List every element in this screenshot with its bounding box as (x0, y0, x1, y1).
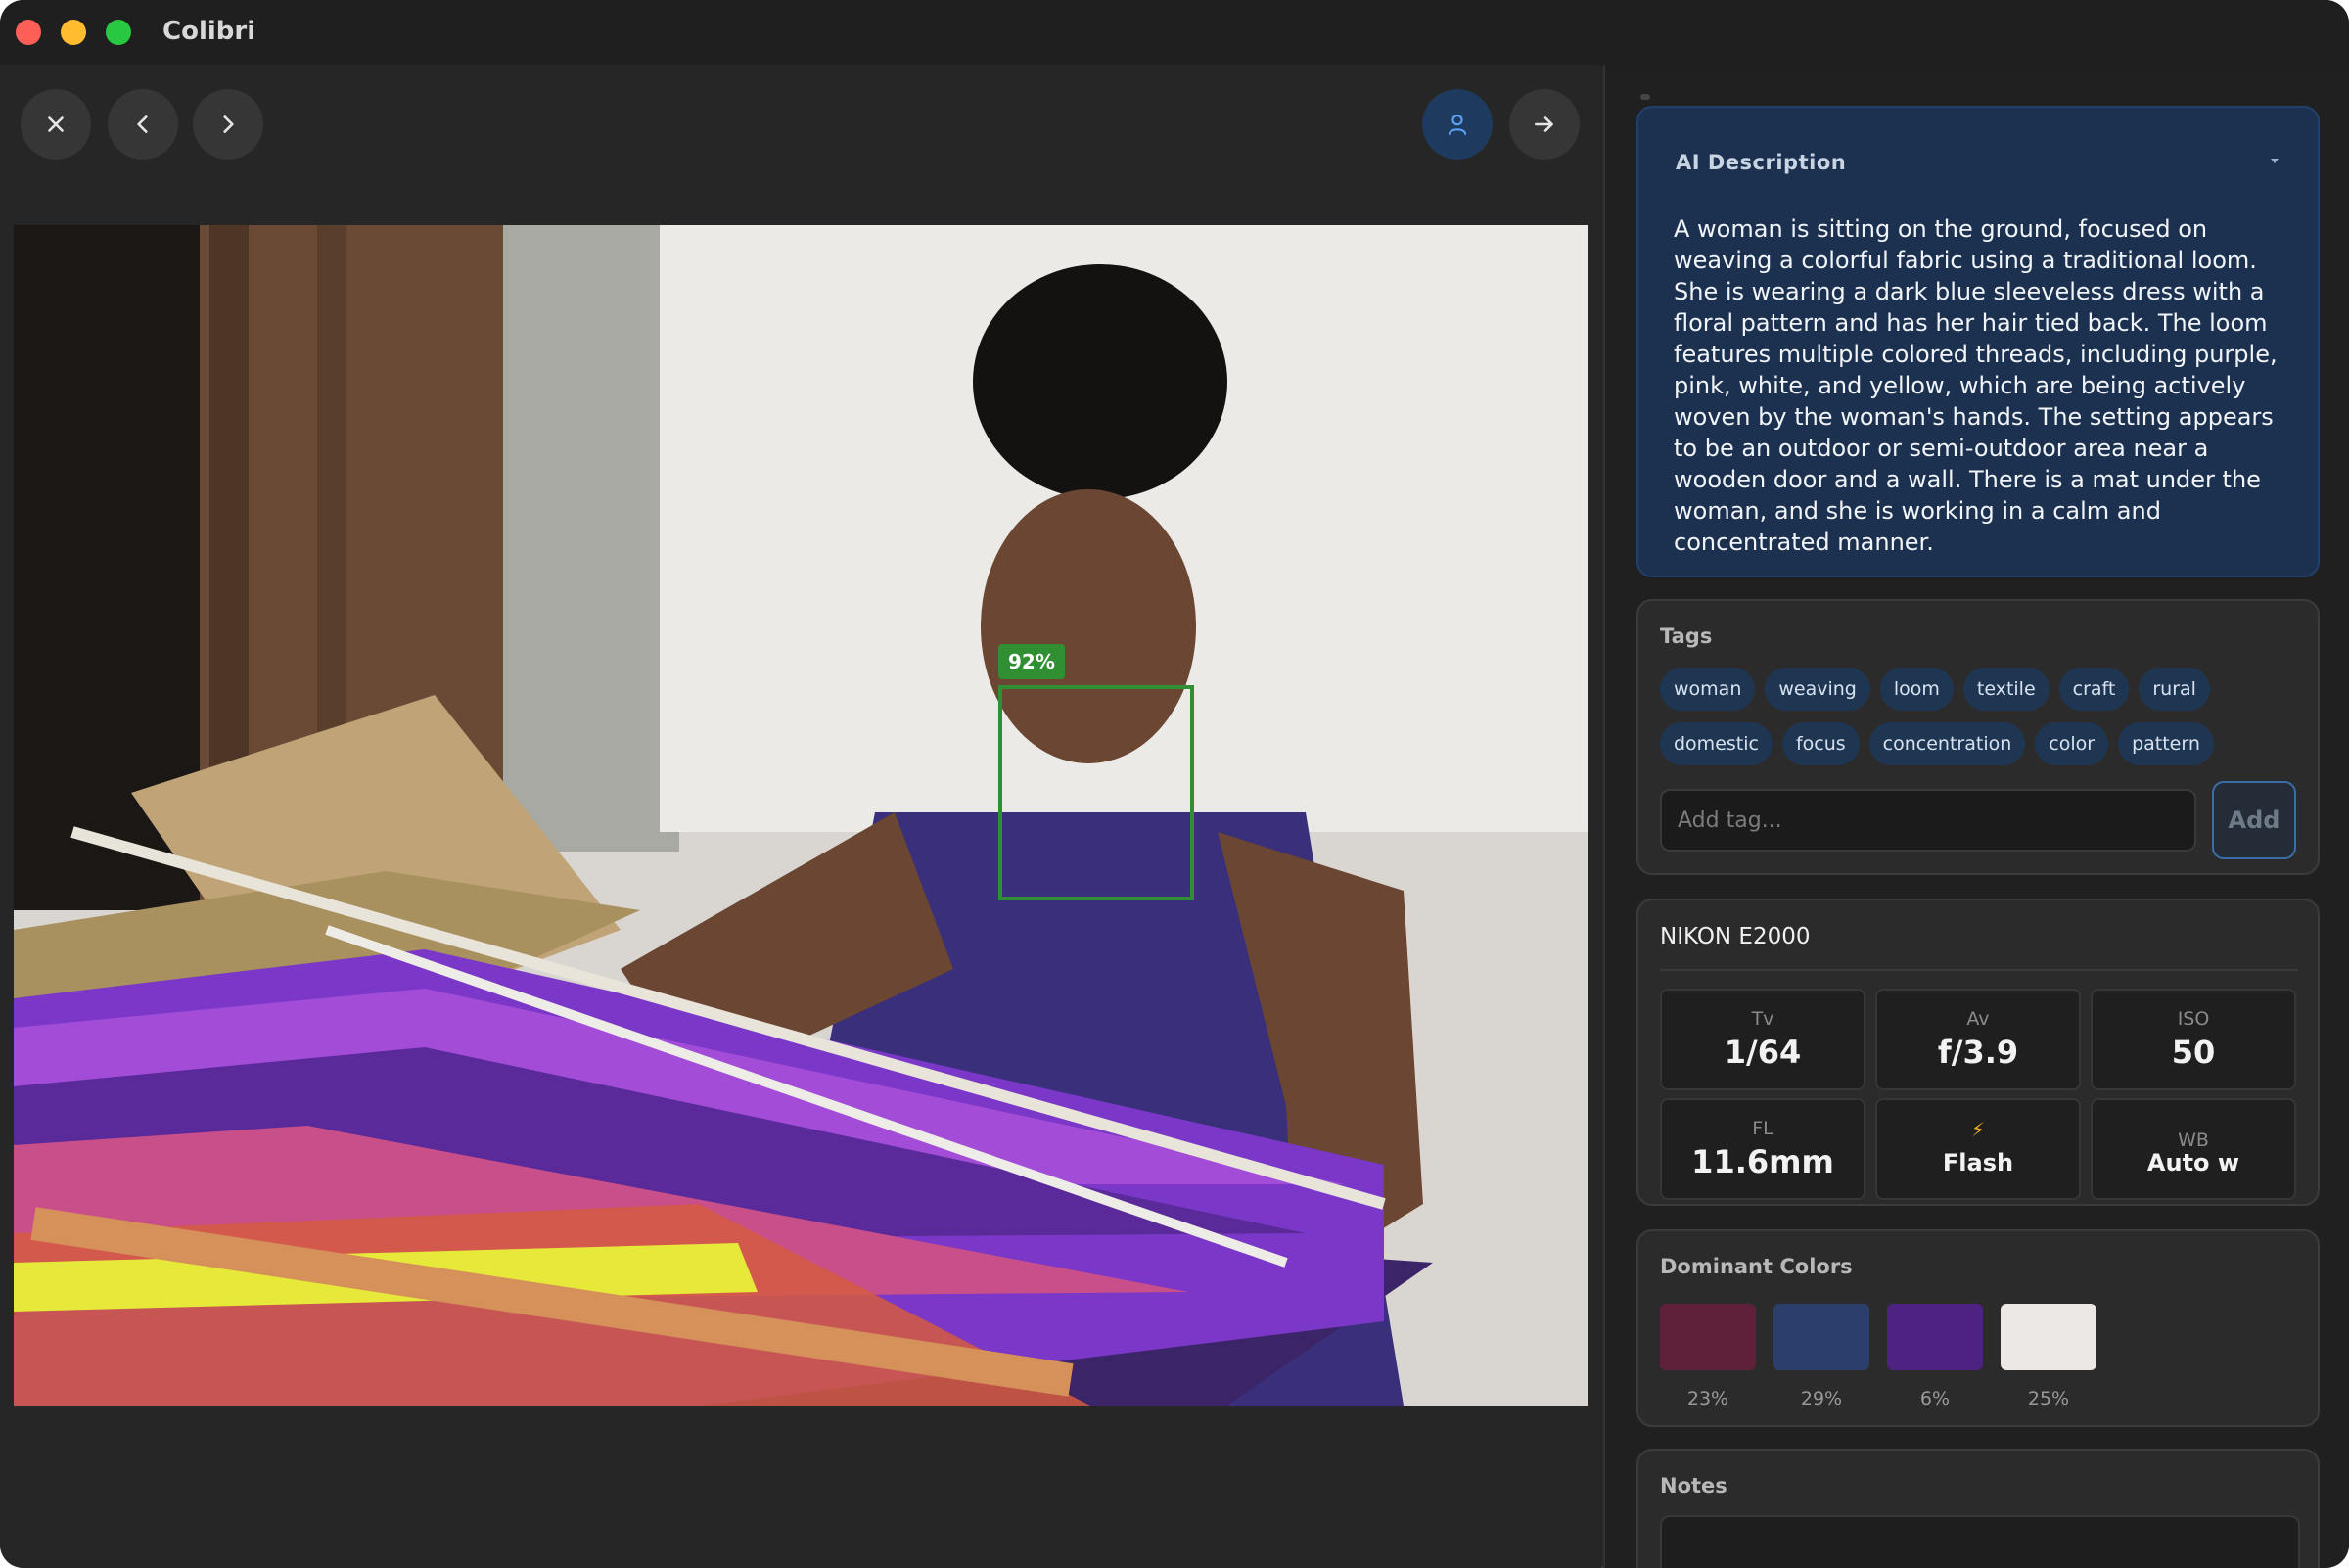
tag-list: woman weaving loom textile craft rural d… (1660, 668, 2306, 765)
exif-focal-length-value: 11.6mm (1691, 1143, 1834, 1180)
tag-chip[interactable]: loom (1879, 668, 1954, 711)
exif-focal-length-label: FL (1752, 1118, 1773, 1139)
face-detection-box[interactable] (998, 685, 1194, 900)
app-title: Colibri (162, 17, 256, 46)
color-swatch[interactable] (1887, 1304, 1983, 1370)
dominant-colors-title: Dominant Colors (1660, 1255, 1853, 1278)
app-window: Colibri 92% AI Description A woman is si… (0, 0, 2349, 1568)
exif-white-balance: WB Auto w (2091, 1098, 2296, 1200)
previous-photo-button[interactable] (108, 89, 178, 160)
tag-chip[interactable]: domestic (1660, 722, 1773, 765)
color-percent: 6% (1919, 1388, 1951, 1409)
tags-title: Tags (1660, 624, 1713, 648)
color-percent: 25% (2027, 1388, 2070, 1409)
collapse-caret-icon[interactable] (2271, 159, 2279, 163)
flash-icon: ⚡ (1970, 1118, 1986, 1141)
ai-description-text: A woman is sitting on the ground, focuse… (1674, 215, 2278, 556)
color-percent: 23% (1686, 1388, 1729, 1409)
exif-aperture-value: f/3.9 (1937, 1034, 2019, 1071)
info-panel: AI Description A woman is sitting on the… (1603, 65, 2349, 1568)
close-viewer-button[interactable] (21, 89, 91, 160)
ai-description-card: AI Description A woman is sitting on the… (1636, 106, 2320, 577)
share-photo-button[interactable] (1509, 89, 1580, 160)
zoom-window-button[interactable] (106, 20, 131, 45)
photo[interactable]: 92% (14, 225, 1588, 1406)
person-icon (1448, 115, 1467, 135)
exif-shutter-speed: Tv 1/64 (1660, 989, 1865, 1090)
exif-flash: ⚡ Flash (1875, 1098, 2081, 1200)
exif-flash-value: Flash (1942, 1149, 2014, 1176)
title-bar: Colibri (0, 0, 2349, 66)
tag-chip[interactable]: focus (1781, 722, 1860, 765)
color-percent: 29% (1800, 1388, 1843, 1409)
exif-shutter-value: 1/64 (1724, 1034, 1802, 1071)
camera-model: NIKON E2000 (1660, 924, 1811, 949)
exif-iso: ISO 50 (2091, 989, 2296, 1090)
exif-focal-length: FL 11.6mm (1660, 1098, 1865, 1200)
arrow-right-icon (1535, 116, 1553, 132)
photo-viewer: 92% (0, 65, 1601, 1568)
exif-divider (1660, 969, 2298, 971)
exif-iso-label: ISO (2177, 1008, 2210, 1030)
ai-description-title: AI Description (1676, 151, 1847, 174)
exif-white-balance-value: Auto w (2146, 1149, 2240, 1176)
color-swatch[interactable] (1773, 1304, 1869, 1370)
scroll-indicator (1640, 94, 1650, 100)
tag-chip[interactable]: textile (1962, 668, 2050, 711)
add-tag-button[interactable]: Add (2212, 781, 2296, 859)
exif-aperture-label: Av (1966, 1008, 1990, 1030)
tag-chip[interactable]: rural (2139, 668, 2210, 711)
photo-image (14, 225, 1588, 1406)
tag-chip[interactable]: color (2035, 722, 2109, 765)
face-confidence-label: 92% (998, 644, 1065, 679)
tag-chip[interactable]: weaving (1765, 668, 1870, 711)
exif-card: NIKON E2000 Tv 1/64 Av f/3.9 ISO 50 FL 1… (1636, 899, 2320, 1206)
close-window-button[interactable] (16, 20, 41, 45)
tags-card: Tags woman weaving loom textile craft ru… (1636, 599, 2320, 875)
dominant-colors-card: Dominant Colors 23% 29% 6% 25% (1636, 1229, 2320, 1427)
exif-aperture: Av f/3.9 (1875, 989, 2081, 1090)
exif-shutter-label: Tv (1751, 1008, 1774, 1030)
chevron-left-icon (137, 115, 148, 133)
tag-chip[interactable]: pattern (2118, 722, 2214, 765)
notes-title: Notes (1660, 1474, 1727, 1498)
tag-chip[interactable]: concentration (1868, 722, 2026, 765)
minimize-window-button[interactable] (61, 20, 86, 45)
next-photo-button[interactable] (193, 89, 263, 160)
tag-chip[interactable]: woman (1660, 668, 1756, 711)
color-swatch[interactable] (1660, 1304, 1756, 1370)
add-tag-input[interactable] (1660, 789, 2196, 852)
notes-textarea[interactable] (1660, 1515, 2300, 1568)
chevron-right-icon (223, 115, 234, 133)
color-swatch[interactable] (2001, 1304, 2096, 1370)
tag-chip[interactable]: craft (2058, 668, 2130, 711)
exif-white-balance-label: WB (2178, 1130, 2209, 1151)
notes-card: Notes (1636, 1449, 2320, 1568)
show-faces-button[interactable] (1422, 89, 1493, 160)
exif-iso-value: 50 (2171, 1034, 2216, 1071)
close-icon (48, 116, 64, 132)
